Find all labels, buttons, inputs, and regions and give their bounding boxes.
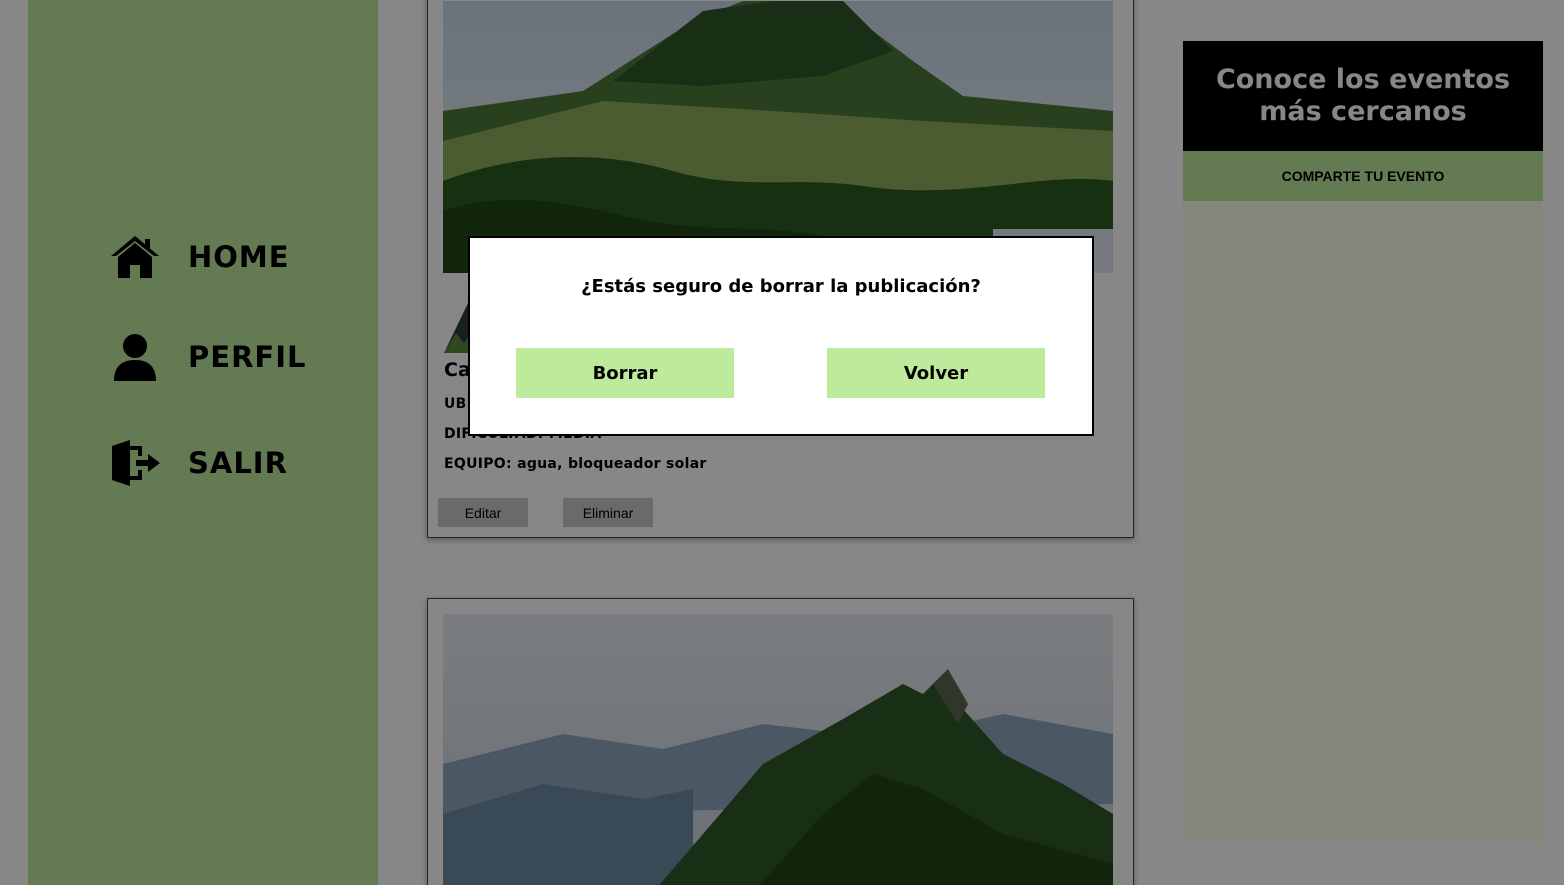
delete-confirm-dialog: ¿Estás seguro de borrar la publicación? … xyxy=(468,236,1094,436)
confirm-delete-button[interactable]: Borrar xyxy=(516,348,734,398)
modal-backdrop[interactable] xyxy=(0,0,1564,885)
back-button[interactable]: Volver xyxy=(827,348,1045,398)
dialog-question: ¿Estás seguro de borrar la publicación? xyxy=(581,276,981,297)
